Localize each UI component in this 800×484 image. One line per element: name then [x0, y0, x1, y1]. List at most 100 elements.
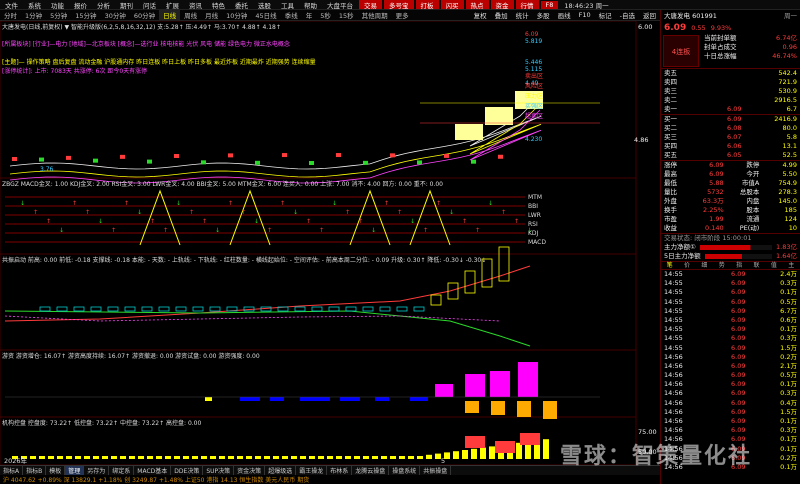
quote-tab-4[interactable]: 指 — [731, 262, 748, 269]
quote-tab-1[interactable]: 价 — [678, 262, 695, 269]
period-tab-3[interactable]: 15分钟 — [71, 10, 100, 20]
menu-item-12[interactable]: 工具 — [276, 0, 299, 10]
menu-item-4[interactable]: 分析 — [92, 0, 115, 10]
quote-tab-0[interactable]: 笔 — [661, 262, 678, 269]
period-tab-9[interactable]: 10分钟 — [222, 10, 251, 20]
tick-price: 6.09 — [731, 352, 746, 361]
period-tab-4[interactable]: 30分钟 — [101, 10, 130, 20]
menu-red-button-1[interactable]: 多号宝 — [384, 0, 414, 9]
hot-money-bar — [465, 374, 485, 397]
signal-legend: LWR — [528, 212, 541, 219]
indicator-tab-8[interactable]: SUP决策 — [203, 466, 235, 475]
menu-red-button-3[interactable]: 闪买 — [440, 0, 464, 9]
indicator-tab-2[interactable]: 模板 — [46, 466, 66, 475]
signal-arrow: ↑ — [150, 218, 155, 225]
quote-tab-2[interactable]: 细 — [696, 262, 713, 269]
chart-area[interactable]: 6.095.8195.4465.1154.2304.493.76卖出区风险区压力… — [0, 21, 660, 465]
menu-item-13[interactable]: 帮助 — [299, 0, 322, 10]
period-tab-8[interactable]: 月线 — [201, 10, 222, 20]
menu-item-9[interactable]: 特色 — [207, 0, 230, 10]
indicator-tab-3[interactable]: 管理 — [65, 466, 85, 475]
quote-tab-7[interactable]: 主 — [783, 262, 800, 269]
indicator-tab-13[interactable]: 龙腾云操盘 — [352, 466, 390, 475]
period-tab-12[interactable]: 年 — [302, 10, 317, 20]
quote-tab-5[interactable]: 联 — [748, 262, 765, 269]
tick-row: 14:56 6.09 0.3万 — [661, 426, 800, 435]
period-tab-7[interactable]: 周线 — [180, 10, 201, 20]
toolbar-action-5[interactable]: F10 — [575, 11, 595, 19]
indicator-tab-14[interactable]: 操盘系统 — [389, 466, 421, 475]
menu-item-10[interactable]: 委托 — [230, 0, 253, 10]
menu-item-11[interactable]: 选股 — [253, 0, 276, 10]
quote-tab-6[interactable]: 值 — [765, 262, 782, 269]
menu-red-button-5[interactable]: 资金 — [490, 0, 514, 9]
period-tab-2[interactable]: 5分钟 — [46, 10, 71, 20]
quote-tab-3[interactable]: 势 — [713, 262, 730, 269]
period-tab-0[interactable]: 分时 — [0, 10, 21, 20]
indicator-tab-0[interactable]: 指标A — [0, 466, 24, 475]
indicator-tab-4[interactable]: 另存为 — [84, 466, 110, 475]
book-volume: 52.5 — [782, 151, 797, 159]
tick-row: 14:56 6.09 0.1万 — [661, 417, 800, 426]
period-tab-1[interactable]: 1分钟 — [21, 10, 46, 20]
candle — [336, 153, 341, 158]
indicator-tab-15[interactable]: 共振操盘 — [420, 466, 452, 475]
indicator-tab-5[interactable]: 绑定系 — [109, 466, 135, 475]
indicator-tab-1[interactable]: 指标B — [23, 466, 47, 475]
menu-item-1[interactable]: 系统 — [23, 0, 46, 10]
institution-bar — [399, 456, 405, 459]
flow-value: 1.64亿 — [776, 252, 797, 260]
institution-bar — [336, 456, 342, 459]
menu-red-button-7[interactable]: F8 — [540, 0, 559, 9]
tick-time: 14:56 — [664, 352, 683, 361]
toolbar-action-7[interactable]: -自选 — [616, 10, 639, 20]
menu-item-3[interactable]: 报价 — [69, 0, 92, 10]
toolbar-action-4[interactable]: 画线 — [554, 10, 575, 20]
menu-red-button-2[interactable]: 打板 — [415, 0, 439, 9]
period-tab-10[interactable]: 45日线 — [251, 10, 280, 20]
period-tab-15[interactable]: 其他周期 — [358, 10, 392, 20]
signal-arrow: ↓ — [59, 227, 64, 234]
menu-red-button-0[interactable]: 交易 — [359, 0, 382, 9]
indicator-tab-7[interactable]: DDE决策 — [171, 466, 204, 475]
board-tag: 4连板 — [663, 35, 699, 67]
toolbar-action-2[interactable]: 统计 — [512, 10, 533, 20]
period-tab-5[interactable]: 60分钟 — [130, 10, 159, 20]
period-tab-14[interactable]: 15秒 — [335, 10, 358, 20]
period-tab-16[interactable]: 更多 — [392, 10, 413, 20]
indicator-tab-11[interactable]: 霸王操龙 — [296, 466, 328, 475]
indicator-tab-10[interactable]: 超爆级选 — [265, 466, 297, 475]
period-tab-6[interactable]: 日线 — [159, 10, 181, 20]
menu-red-button-6[interactable]: 行情 — [515, 0, 539, 9]
toolbar-action-1[interactable]: 叠加 — [491, 10, 512, 20]
institution-bar — [363, 456, 369, 459]
menu-red-button-4[interactable]: 热点 — [465, 0, 489, 9]
zone-label: 超卖区 — [525, 112, 543, 120]
detail-value: 754.9 — [778, 179, 797, 187]
menu-item-2[interactable]: 功能 — [46, 0, 69, 10]
toolbar-action-3[interactable]: 多股 — [533, 10, 554, 20]
toolbar-action-0[interactable]: 复权 — [470, 10, 491, 20]
tick-price: 6.09 — [731, 288, 746, 297]
book-volume: 2916.5 — [774, 96, 797, 104]
toolbar-action-6[interactable]: 标记 — [595, 10, 616, 20]
menu-item-7[interactable]: 扩展 — [161, 0, 184, 10]
detail-row: 换手 2.25% 股本 185 — [661, 206, 800, 215]
flow-bar — [704, 254, 773, 259]
toolbar-action-8[interactable]: 返回 — [639, 10, 660, 20]
period-tab-13[interactable]: 5秒 — [316, 10, 335, 20]
menu-item-6[interactable]: 问话 — [138, 0, 161, 10]
indicator-tab-6[interactable]: MACD基本 — [134, 466, 172, 475]
indicator-tab-12[interactable]: 布林系 — [327, 466, 353, 475]
ask-row: 卖二 2916.5 — [661, 96, 800, 105]
menu-item-8[interactable]: 资讯 — [184, 0, 207, 10]
institution-high-bar — [495, 441, 515, 453]
tick-volume: 0.5万 — [780, 297, 797, 306]
institution-bar — [57, 456, 63, 459]
menu-item-0[interactable]: 文件 — [0, 0, 23, 10]
clock: 18:46:23 周一 — [564, 1, 609, 10]
menu-item-14[interactable]: 大盘平台 — [322, 0, 358, 10]
indicator-tab-9[interactable]: 资金决策 — [234, 466, 266, 475]
period-tab-11[interactable]: 季线 — [281, 10, 302, 20]
menu-item-5[interactable]: 期刊 — [115, 0, 138, 10]
